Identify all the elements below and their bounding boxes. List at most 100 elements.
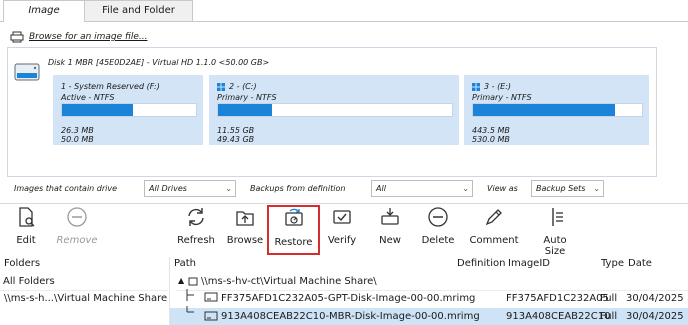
auto-size-icon [552, 208, 563, 226]
edit-document-icon [19, 207, 35, 227]
auto-size-button[interactable]: Auto Size [532, 206, 578, 257]
edit-label: Edit [16, 235, 36, 246]
comment-button[interactable]: Comment [468, 206, 520, 254]
folders-header: Folders [4, 258, 41, 269]
row-1-path: FF375AFD1C232A05-GPT-Disk-Image-00-00.mr… [221, 293, 476, 304]
partition-2-name: 2 - (C:) [229, 82, 257, 91]
delete-label: Delete [421, 235, 455, 246]
partition-1-type: Active - NTFS [61, 93, 115, 102]
tab-image-label: Image [28, 5, 60, 16]
column-path[interactable]: Path [174, 258, 196, 269]
verify-icon [333, 210, 351, 224]
tab-file-and-folder-label: File and Folder [102, 5, 175, 16]
windows-icon [472, 83, 480, 91]
partition-1-usage-bar [61, 103, 197, 117]
view-as-label: View as [487, 184, 518, 193]
refresh-label: Refresh [177, 235, 215, 246]
partition-2-usage-fill [218, 104, 272, 116]
edit-button[interactable]: Edit [8, 206, 44, 254]
table-row-divider [176, 290, 688, 291]
partition-3-usage-fill [473, 104, 615, 116]
partition-2-total: 49.43 GB [217, 135, 255, 144]
chevron-down-icon: ⌄ [593, 184, 600, 193]
browse-folder-icon [236, 211, 254, 226]
view-as-value: Backup Sets [536, 184, 586, 193]
backups-definition-label: Backups from definition [250, 184, 346, 193]
partition-3[interactable]: 3 - (E:) Primary - NTFS 443.5 MB 530.0 M… [464, 75, 649, 145]
column-date[interactable]: Date [628, 258, 652, 269]
new-label: New [379, 235, 401, 246]
tab-divider [0, 21, 688, 22]
restore-button[interactable]: Restore [267, 205, 320, 255]
row-1-type: Full [600, 293, 618, 304]
browse-button[interactable]: Browse [225, 206, 265, 254]
tab-file-and-folder[interactable]: File and Folder [84, 0, 193, 21]
refresh-button[interactable]: Refresh [176, 206, 216, 254]
chevron-down-icon: ⌄ [462, 184, 469, 193]
partition-2-used: 11.55 GB [217, 126, 255, 135]
browse-image-label: Browse for an image file... [29, 32, 148, 42]
partition-1-total: 50.0 MB [61, 135, 94, 144]
row-2-date: 30/04/2025 [626, 311, 684, 322]
folder-item-all[interactable]: All Folders [3, 276, 55, 287]
remove-button[interactable]: Remove [55, 206, 99, 254]
partition-3-name: 3 - (E:) [484, 82, 512, 91]
column-imageid[interactable]: ImageID [508, 258, 550, 269]
partition-3-total: 530.0 MB [472, 135, 510, 144]
browse-label: Browse [226, 235, 264, 246]
backups-definition-select[interactable]: All ⌄ [371, 180, 473, 197]
disk-image-icon [204, 311, 218, 321]
partition-1-name: 1 - System Reserved (F:) [61, 82, 160, 91]
partition-3-type: Primary - NTFS [472, 93, 532, 102]
table-root-path[interactable]: \\ms-s-hv-ct\Virtual Machine Share\ [201, 276, 377, 287]
disk-image-icon [204, 292, 218, 302]
folder-item-share-label: \\ms-s-h...\Virtual Machine Share [4, 293, 168, 304]
disk-panel: Disk 1 MBR [45E0D2AE] - Virtual HD 1.1.0… [7, 47, 657, 177]
contain-drive-value: All Drives [149, 184, 187, 193]
contain-drive-label: Images that contain drive [14, 184, 118, 193]
tree-connector-icon [186, 289, 194, 301]
row-1-date: 30/04/2025 [626, 293, 684, 304]
partition-1-used: 26.3 MB [61, 126, 94, 135]
tree-connector-icon [186, 306, 194, 313]
folder-row-divider [0, 290, 168, 291]
tab-image[interactable]: Image [3, 0, 85, 22]
chevron-down-icon: ⌄ [225, 184, 232, 193]
expand-toggle-icon[interactable]: ▲ [178, 276, 184, 285]
partition-1-usage-fill [62, 104, 134, 116]
column-definition[interactable]: Definition [457, 258, 505, 269]
disk-title: Disk 1 MBR [45E0D2AE] - Virtual HD 1.1.0… [48, 58, 270, 67]
partition-2-usage-bar [217, 103, 453, 117]
view-as-select[interactable]: Backup Sets ⌄ [531, 180, 604, 197]
browse-image-link[interactable]: Browse for an image file... [10, 31, 147, 43]
column-type[interactable]: Type [601, 258, 624, 269]
contain-drive-select[interactable]: All Drives ⌄ [144, 180, 236, 197]
partition-2[interactable]: 2 - (C:) Primary - NTFS 11.55 GB 49.43 G… [209, 75, 459, 145]
row-2-type: Full [600, 311, 618, 322]
hard-disk-icon [14, 63, 40, 81]
printer-disk-icon [10, 31, 24, 43]
comment-label: Comment [469, 235, 519, 246]
refresh-icon [188, 208, 204, 226]
remove-label: Remove [56, 235, 98, 246]
partition-3-used: 443.5 MB [472, 126, 510, 135]
row-2-path: 913A408CEAB22C10-MBR-Disk-Image-00-00.mr… [221, 311, 480, 322]
toolbar-divider [0, 203, 688, 204]
restore-icon [284, 208, 303, 226]
pencil-icon [485, 209, 502, 226]
auto-size-label: Auto Size [543, 235, 567, 257]
new-button[interactable]: New [373, 206, 407, 254]
partition-2-type: Primary - NTFS [217, 93, 277, 102]
folder-icon [188, 277, 198, 286]
verify-button[interactable]: Verify [324, 206, 360, 254]
folder-item-share[interactable]: \\ms-s-h...\Virtual Machine Share [4, 293, 167, 304]
partition-3-usage-bar [472, 103, 643, 117]
row-1-imageid: FF375AFD1C232A05 [506, 293, 609, 304]
verify-label: Verify [327, 235, 357, 246]
partition-1[interactable]: 1 - System Reserved (F:) Active - NTFS 2… [53, 75, 203, 145]
delete-icon [428, 207, 448, 227]
windows-icon [217, 83, 225, 91]
new-backup-icon [381, 208, 399, 225]
delete-button[interactable]: Delete [420, 206, 456, 254]
backups-definition-value: All [376, 184, 386, 193]
